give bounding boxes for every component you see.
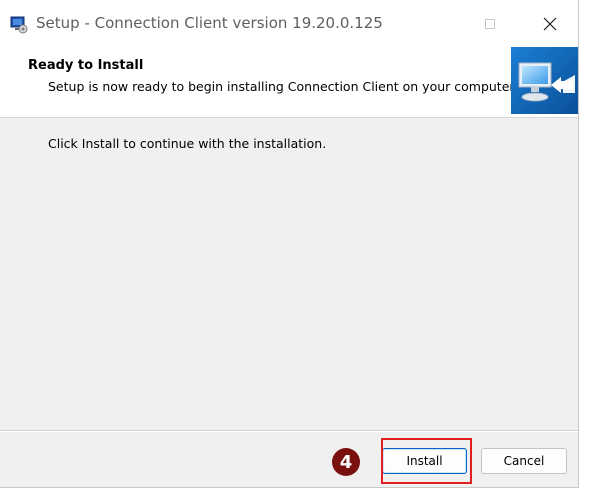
page-title: Ready to Install <box>28 58 144 73</box>
minimize-icon <box>421 23 431 25</box>
setup-window: Setup - Connection Client version 19.20.… <box>0 0 579 488</box>
cancel-button[interactable]: Cancel <box>481 448 567 474</box>
maximize-button[interactable] <box>467 8 513 40</box>
window-title: Setup - Connection Client version 19.20.… <box>36 14 383 32</box>
close-icon <box>543 17 557 31</box>
title-bar[interactable]: Setup - Connection Client version 19.20.… <box>0 0 578 44</box>
maximize-icon <box>485 19 495 29</box>
minimize-button[interactable] <box>403 8 449 40</box>
computer-arrow-icon <box>511 47 578 114</box>
close-button[interactable] <box>527 8 573 40</box>
step-number-badge: 4 <box>332 448 360 476</box>
install-highlight-box <box>381 438 472 484</box>
footer-divider-highlight <box>0 431 578 432</box>
install-instruction: Click Install to continue with the insta… <box>48 136 327 151</box>
wizard-header: Ready to Install Setup is now ready to b… <box>0 44 578 118</box>
setup-app-icon <box>10 16 28 34</box>
page-subtitle: Setup is now ready to begin installing C… <box>48 79 518 94</box>
